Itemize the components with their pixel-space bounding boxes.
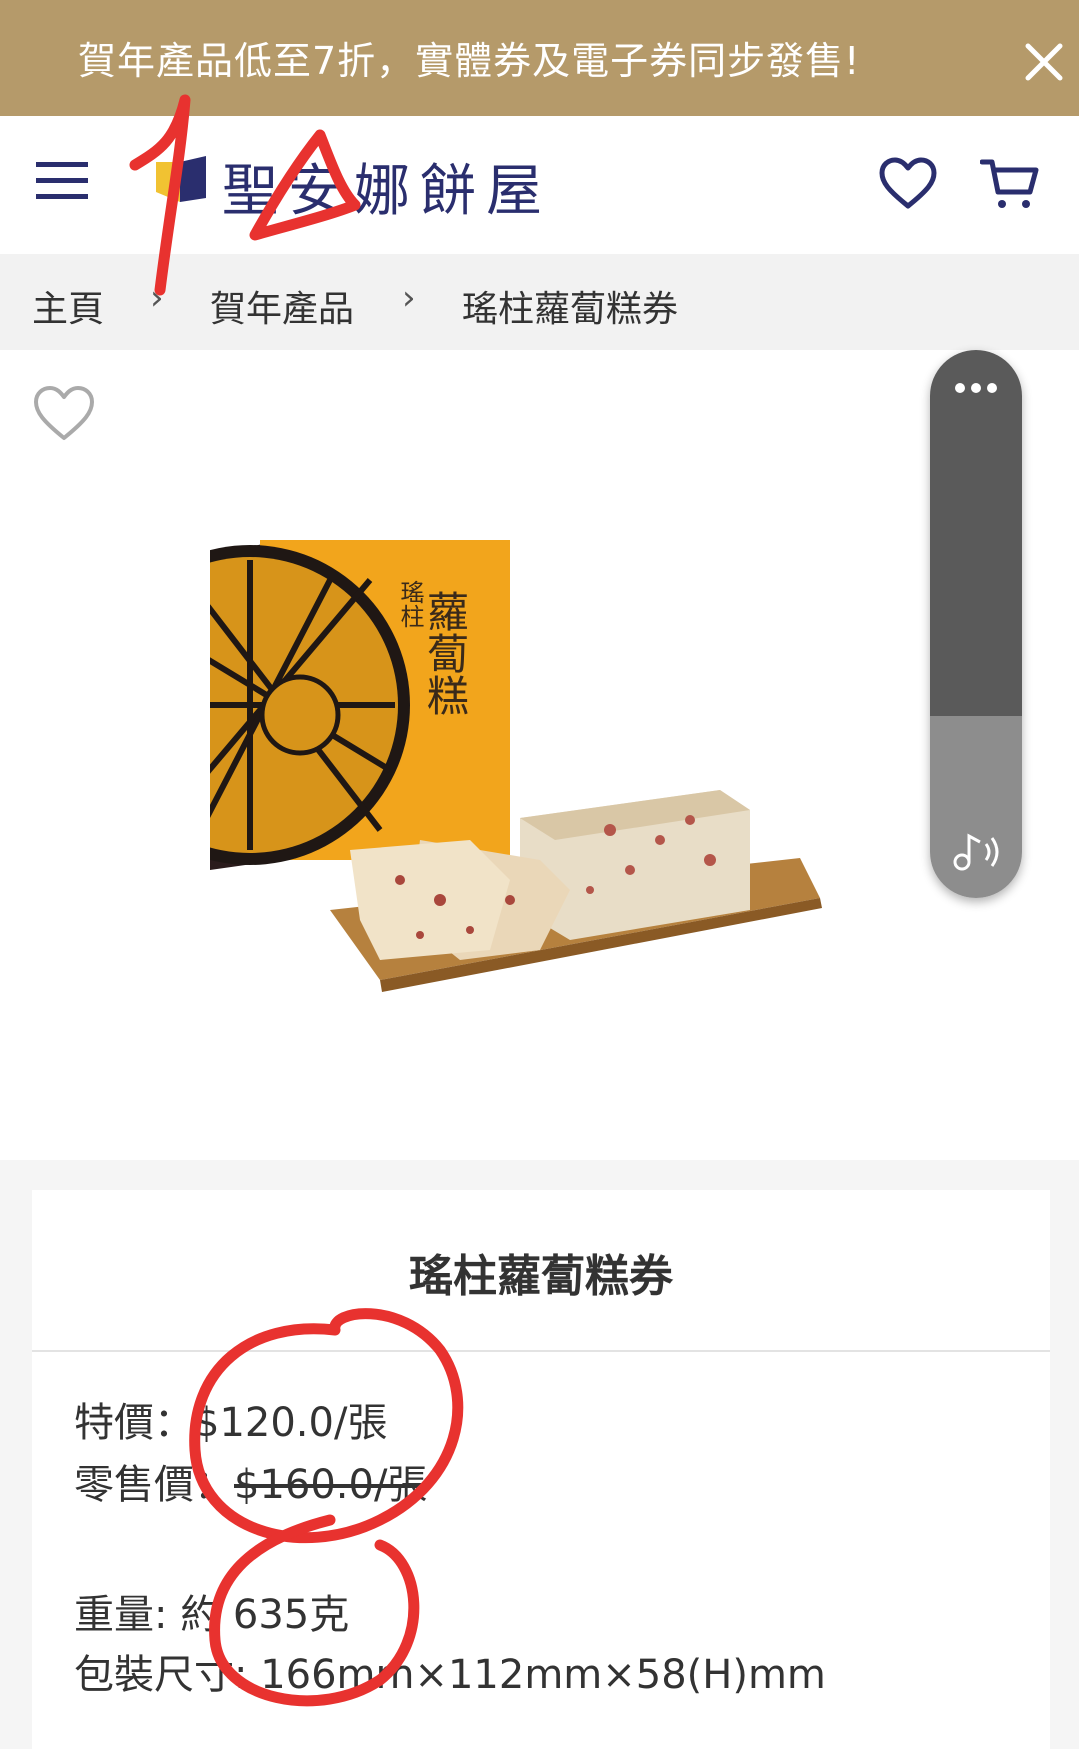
special-price-row: 特價：$120.0/張 — [74, 1390, 387, 1448]
sound-icon[interactable] — [950, 828, 1006, 876]
retail-price-label: 零售價： — [74, 1462, 234, 1508]
product-info-card: 瑤柱蘿蔔糕券 特價：$120.0/張 零售價：$160.0/張 重量: 約 63… — [32, 1190, 1050, 1749]
special-price-label: 特價： — [74, 1400, 194, 1446]
product-image-area: 瑤柱 蘿蔔糕 — [0, 350, 1079, 1160]
breadcrumb-category[interactable]: 賀年產品 — [210, 280, 354, 332]
logo-mark-icon — [156, 156, 206, 202]
breadcrumb: 主頁 › 賀年產品 › 瑤柱蘿蔔糕券 — [0, 254, 1079, 350]
promo-banner: 賀年產品低至7折，實體券及電子券同步發售! — [0, 0, 1079, 116]
retail-price-row: 零售價：$160.0/張 — [74, 1452, 427, 1510]
site-header: 聖安娜餅屋 — [0, 116, 1079, 254]
more-icon[interactable] — [952, 378, 1000, 398]
product-image: 瑤柱 蘿蔔糕 — [210, 540, 822, 992]
chevron-right-icon: › — [150, 278, 164, 318]
weight-text: 重量: 約 635克 — [74, 1592, 350, 1638]
floating-audio-widget[interactable] — [930, 350, 1022, 898]
heart-icon[interactable] — [878, 156, 938, 212]
package-size-text: 包裝尺寸: 166mm×112mm×58(H)mm — [74, 1652, 826, 1698]
divider — [32, 1350, 1050, 1352]
breadcrumb-home[interactable]: 主頁 — [32, 280, 104, 332]
breadcrumb-current: 瑤柱蘿蔔糕券 — [462, 289, 679, 330]
close-icon[interactable] — [1022, 40, 1066, 84]
promo-text: 賀年產品低至7折，實體券及電子券同步發售! — [78, 39, 861, 83]
hamburger-icon[interactable] — [36, 158, 88, 202]
box-main-text: 蘿蔔糕 — [421, 590, 470, 716]
chevron-right-icon: › — [402, 278, 416, 318]
wishlist-heart-icon[interactable] — [32, 384, 96, 444]
retail-price: $160.0/張 — [234, 1462, 428, 1508]
audio-widget-top — [930, 350, 1022, 716]
cart-icon[interactable] — [980, 156, 1040, 212]
brand-logo-text[interactable]: 聖安娜餅屋 — [222, 146, 552, 227]
product-title: 瑤柱蘿蔔糕券 — [409, 1251, 673, 1302]
special-price: $120.0/張 — [194, 1400, 388, 1446]
